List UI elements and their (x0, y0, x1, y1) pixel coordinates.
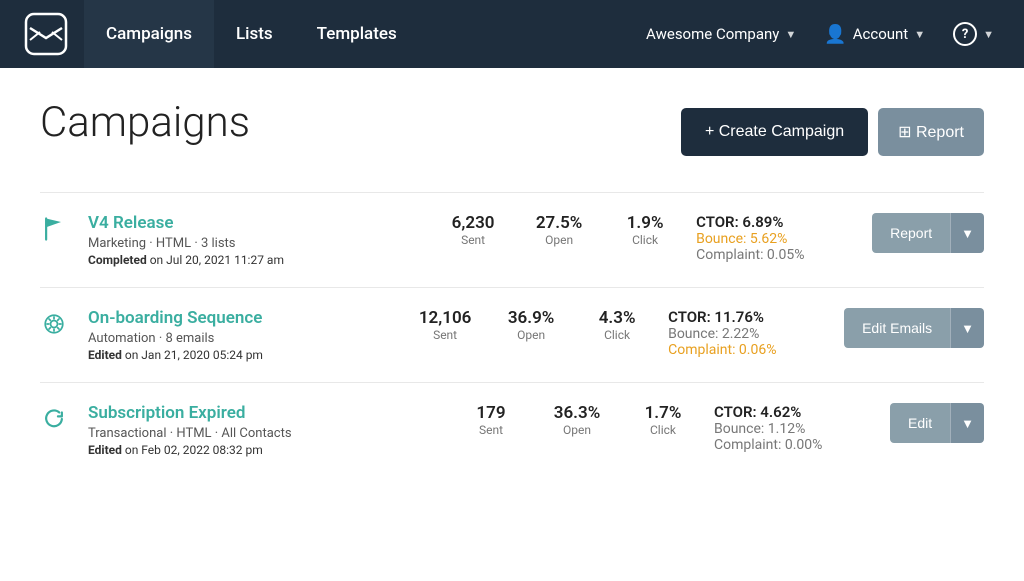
campaign-meta: Marketing · HTML · 3 lists (88, 236, 422, 251)
stat-sent: 6,230 Sent (438, 213, 508, 247)
account-icon: 👤 (824, 24, 846, 45)
sent-value: 179 (456, 403, 526, 423)
bounce-value: Bounce: 1.12% (714, 421, 874, 437)
action-button[interactable]: Edit (890, 403, 950, 443)
flag-icon (40, 215, 72, 247)
report-button[interactable]: ⊞ Report (878, 108, 984, 156)
action-caret-button[interactable]: ▼ (950, 213, 984, 253)
stat-click: 4.3% Click (582, 308, 652, 342)
complaint-value: Complaint: 0.00% (714, 437, 874, 453)
open-value: 27.5% (524, 213, 594, 233)
logo[interactable] (16, 4, 76, 64)
account-dropdown[interactable]: 👤 Account ▼ (810, 0, 939, 68)
open-label: Open (524, 233, 594, 247)
action-button-group: Edit ▼ (890, 403, 984, 443)
ctor-value: CTOR: 6.89% (696, 213, 856, 231)
campaign-date: Edited on Feb 02, 2022 08:32 pm (88, 443, 440, 457)
company-caret-icon: ▼ (785, 28, 796, 41)
campaign-meta: Transactional · HTML · All Contacts (88, 426, 440, 441)
stat-sent: 12,106 Sent (410, 308, 480, 342)
action-button[interactable]: Edit Emails (844, 308, 950, 348)
help-dropdown[interactable]: ? ▼ (939, 0, 1008, 68)
action-button-group: Report ▼ (872, 213, 984, 253)
sent-value: 12,106 (410, 308, 480, 328)
campaign-name[interactable]: V4 Release (88, 213, 422, 233)
company-name: Awesome Company (646, 25, 779, 43)
action-caret-button[interactable]: ▼ (950, 403, 984, 443)
campaign-info: On-boarding Sequence Automation · 8 emai… (88, 308, 394, 362)
campaign-date: Completed on Jul 20, 2021 11:27 am (88, 253, 422, 267)
bounce-value: Bounce: 2.22% (668, 326, 828, 342)
company-dropdown[interactable]: Awesome Company ▼ (632, 0, 810, 68)
campaign-info: Subscription Expired Transactional · HTM… (88, 403, 440, 457)
page-header: Campaigns + Create Campaign ⊞ Report (40, 98, 984, 156)
stat-open: 36.3% Open (542, 403, 612, 437)
click-value: 4.3% (582, 308, 652, 328)
sent-label: Sent (456, 423, 526, 437)
campaign-date: Edited on Jan 21, 2020 05:24 pm (88, 348, 394, 362)
sent-label: Sent (410, 328, 480, 342)
sent-label: Sent (438, 233, 508, 247)
click-label: Click (610, 233, 680, 247)
main-nav: Campaigns Lists Templates Awesome Compan… (0, 0, 1024, 68)
ctor-block: CTOR: 6.89% Bounce: 5.62% Complaint: 0.0… (696, 213, 856, 263)
ctor-value: CTOR: 11.76% (668, 308, 828, 326)
action-button-group: Edit Emails ▼ (844, 308, 984, 348)
open-label: Open (496, 328, 566, 342)
stat-click: 1.9% Click (610, 213, 680, 247)
click-label: Click (628, 423, 698, 437)
campaign-meta: Automation · 8 emails (88, 331, 394, 346)
account-label: Account (853, 25, 909, 43)
campaign-row: On-boarding Sequence Automation · 8 emai… (40, 287, 984, 382)
complaint-value: Complaint: 0.05% (696, 247, 856, 263)
help-icon: ? (953, 22, 977, 46)
nav-lists[interactable]: Lists (214, 0, 295, 68)
click-value: 1.7% (628, 403, 698, 423)
gear-icon (40, 310, 72, 342)
page-title: Campaigns (40, 98, 250, 147)
account-caret-icon: ▼ (914, 28, 925, 41)
header-actions: + Create Campaign ⊞ Report (681, 108, 984, 156)
campaign-info: V4 Release Marketing · HTML · 3 lists Co… (88, 213, 422, 267)
campaign-row: V4 Release Marketing · HTML · 3 lists Co… (40, 192, 984, 287)
nav-templates[interactable]: Templates (295, 0, 419, 68)
click-label: Click (582, 328, 652, 342)
ctor-value: CTOR: 4.62% (714, 403, 874, 421)
stat-sent: 179 Sent (456, 403, 526, 437)
create-campaign-button[interactable]: + Create Campaign (681, 108, 868, 156)
stat-open: 27.5% Open (524, 213, 594, 247)
action-button[interactable]: Report (872, 213, 950, 253)
ctor-block: CTOR: 4.62% Bounce: 1.12% Complaint: 0.0… (714, 403, 874, 453)
bounce-value: Bounce: 5.62% (696, 231, 856, 247)
complaint-value: Complaint: 0.06% (668, 342, 828, 358)
stat-click: 1.7% Click (628, 403, 698, 437)
campaign-name[interactable]: On-boarding Sequence (88, 308, 394, 328)
help-caret-icon: ▼ (983, 28, 994, 41)
sent-value: 6,230 (438, 213, 508, 233)
main-content: Campaigns + Create Campaign ⊞ Report V4 … (0, 68, 1024, 581)
open-value: 36.9% (496, 308, 566, 328)
stat-open: 36.9% Open (496, 308, 566, 342)
ctor-block: CTOR: 11.76% Bounce: 2.22% Complaint: 0.… (668, 308, 828, 358)
campaign-row: Subscription Expired Transactional · HTM… (40, 382, 984, 477)
click-value: 1.9% (610, 213, 680, 233)
open-value: 36.3% (542, 403, 612, 423)
action-caret-button[interactable]: ▼ (950, 308, 984, 348)
nav-campaigns[interactable]: Campaigns (84, 0, 214, 68)
refresh-icon (40, 405, 72, 437)
campaign-name[interactable]: Subscription Expired (88, 403, 440, 423)
open-label: Open (542, 423, 612, 437)
campaigns-list: V4 Release Marketing · HTML · 3 lists Co… (40, 192, 984, 477)
